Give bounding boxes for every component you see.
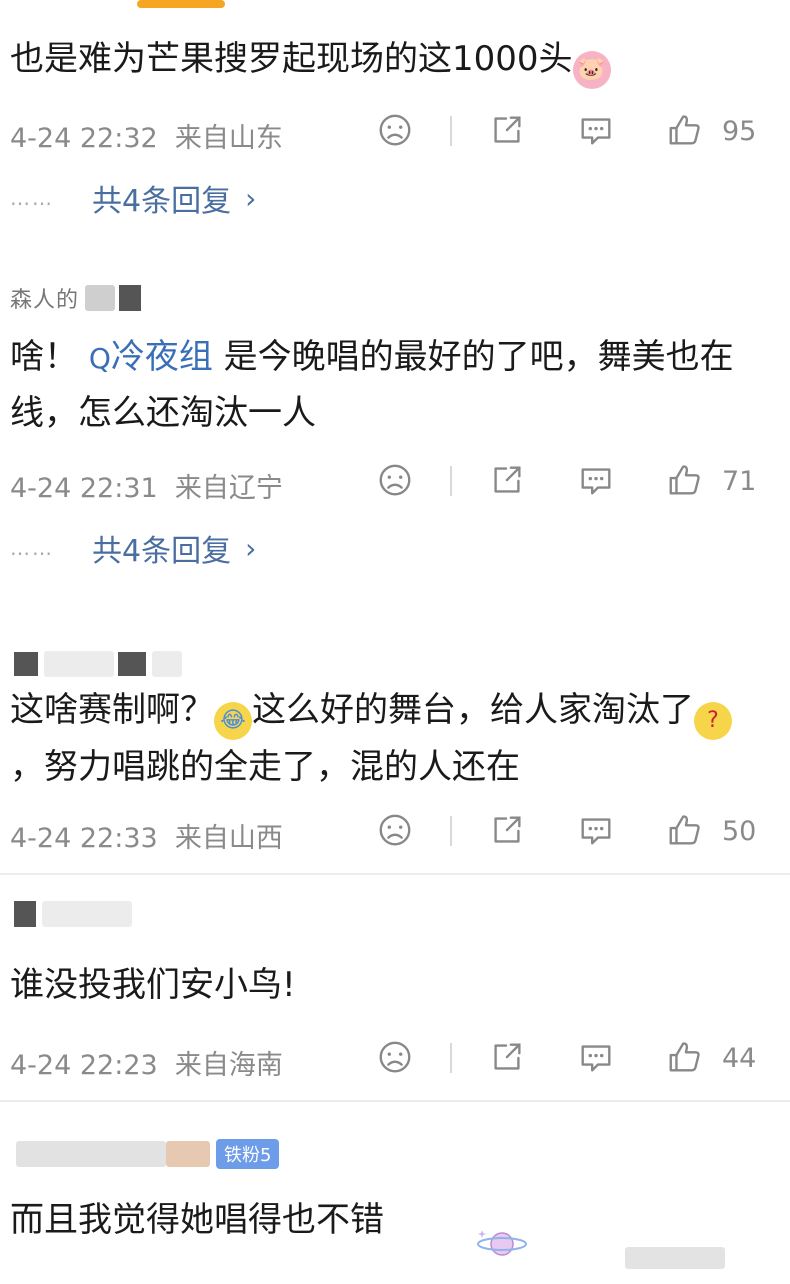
search-icon: Q	[88, 342, 111, 375]
sad-face-icon[interactable]	[375, 460, 415, 500]
comment-author[interactable]	[10, 900, 132, 928]
comment-time: 4-24 22:23 来自海南	[10, 1050, 283, 1081]
blurred-username-part	[118, 652, 146, 676]
share-icon[interactable]	[487, 110, 527, 150]
blurred-username	[16, 1141, 166, 1167]
like-icon[interactable]	[665, 810, 705, 850]
sad-face-icon[interactable]	[375, 1037, 415, 1077]
blurred-username	[166, 1141, 210, 1167]
blurred-username	[85, 285, 116, 311]
scroll-indicator	[137, 0, 225, 8]
like-count: 71	[722, 466, 757, 497]
sad-face-icon[interactable]	[375, 810, 415, 850]
comment-text: 啥！ Q冷夜组 是今晚唱的最好的了吧，舞美也在线，怎么还淘汰一人	[10, 337, 734, 433]
like-icon[interactable]	[665, 460, 705, 500]
pig-emoji-icon: 🐷	[572, 51, 611, 89]
comment-author[interactable]	[10, 650, 182, 678]
like-count: 50	[722, 816, 757, 847]
share-icon[interactable]	[487, 1037, 527, 1077]
comment-meta: 4-24 22:32 来自山东 95	[0, 106, 790, 156]
fan-badge[interactable]: 铁粉5	[216, 1139, 280, 1169]
blurred-avatar	[119, 285, 142, 311]
comment-time: 4-24 22:32 来自山东	[10, 123, 283, 154]
blurred-username	[44, 651, 114, 677]
watermark	[625, 1244, 725, 1272]
like-icon[interactable]	[665, 1037, 705, 1077]
view-replies-link[interactable]: …… 共4条回复 ›	[10, 528, 257, 570]
like-icon[interactable]	[665, 110, 705, 150]
comment-icon[interactable]	[576, 810, 616, 850]
like-count: 95	[722, 116, 757, 147]
comment-text: 也是难为芒果搜罗起现场的这1000头 🐷	[10, 32, 760, 89]
thinking-emoji-icon: ?	[694, 702, 732, 740]
meta-divider	[450, 466, 452, 496]
sad-face-icon[interactable]	[375, 110, 415, 150]
comment-text: 这啥赛制啊？ 😂 这么好的舞台，给人家淘汰了 ?，努力唱跳的全走了，混的人还在	[10, 683, 760, 794]
comment-meta: 4-24 22:23 来自海南 44	[0, 1033, 790, 1083]
share-icon[interactable]	[487, 810, 527, 850]
comment-author[interactable]: 森人的	[10, 284, 142, 313]
mention-link[interactable]: Q冷夜组	[89, 337, 213, 377]
view-replies-link[interactable]: …… 共4条回复 ›	[10, 178, 257, 220]
comment-divider	[0, 873, 790, 875]
meta-divider	[450, 1043, 452, 1073]
cry-laugh-emoji-icon: 😂	[214, 702, 252, 740]
blurred-avatar	[14, 901, 36, 927]
meta-divider	[450, 816, 452, 846]
replies-dots: ……	[10, 186, 54, 210]
replies-label: 共4条回复	[92, 184, 232, 219]
comment-meta: 4-24 22:33 来自山西 50	[0, 806, 790, 856]
comment-icon[interactable]	[576, 460, 616, 500]
watermark-blur	[625, 1247, 725, 1269]
blurred-avatar	[14, 652, 38, 676]
chevron-right-icon: ›	[245, 531, 257, 565]
comment-icon[interactable]	[576, 1037, 616, 1077]
comment-time: 4-24 22:33 来自山西	[10, 823, 283, 854]
comment-divider	[0, 1100, 790, 1102]
comment-time: 4-24 22:31 来自辽宁	[10, 473, 283, 504]
comment-text: 谁没投我们安小鸟!	[10, 965, 296, 1005]
comment-icon[interactable]	[576, 110, 616, 150]
blurred-username	[152, 651, 182, 677]
replies-dots: ……	[10, 536, 54, 560]
blurred-username	[42, 901, 132, 927]
replies-label: 共4条回复	[92, 534, 232, 569]
chevron-right-icon: ›	[245, 181, 257, 215]
meta-divider	[450, 116, 452, 146]
comment-author[interactable]: 铁粉5	[10, 1139, 280, 1169]
comment-meta: 4-24 22:31 来自辽宁 71	[0, 456, 790, 506]
comment-text: 而且我觉得她唱得也不错	[10, 1200, 384, 1240]
like-count: 44	[722, 1043, 757, 1074]
planet-sticker-icon	[477, 1230, 527, 1256]
author-name: 森人的	[10, 288, 80, 313]
share-icon[interactable]	[487, 460, 527, 500]
